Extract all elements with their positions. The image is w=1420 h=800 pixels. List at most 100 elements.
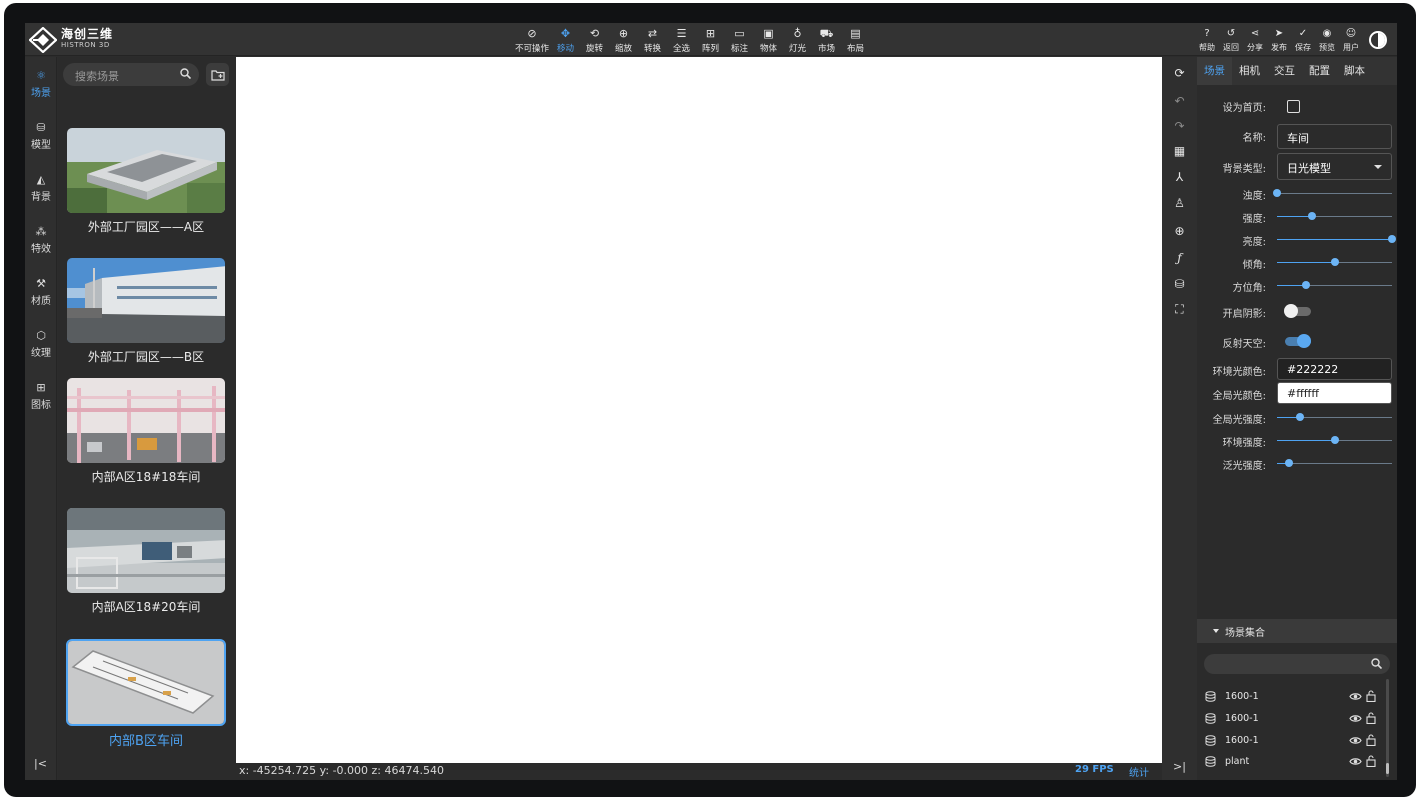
texture-icon: ⬡ [36, 329, 46, 342]
scene-thumbnail [66, 377, 226, 464]
fullscreen-icon[interactable]: ⛶ [1171, 301, 1188, 318]
tool-disable[interactable]: ⊘ 不可操作 [513, 26, 551, 54]
walk-icon[interactable]: ♙ [1171, 194, 1188, 211]
env-intensity-slider[interactable] [1277, 436, 1392, 446]
logo: 海创三维 HISTRON 3D [29, 27, 113, 53]
scene-icon: ⚛ [36, 69, 46, 82]
eye-icon[interactable] [1349, 756, 1362, 767]
tool-select-all[interactable]: ☰ 全选 [667, 26, 696, 54]
nav-effects[interactable]: ⁂ 特效 [25, 225, 57, 265]
tool-rotate[interactable]: ⟲ 旋转 [580, 26, 609, 54]
eye-icon[interactable] [1349, 691, 1362, 702]
collapse-right-icon[interactable]: >| [1173, 760, 1186, 773]
zoom-icon: ⊕ [618, 27, 629, 40]
nav-model[interactable]: ⛁ 模型 [25, 121, 57, 161]
add-folder-button[interactable] [206, 63, 229, 86]
save-button[interactable]: ✓ 保存 [1291, 26, 1315, 54]
azimuth-slider[interactable] [1277, 281, 1392, 291]
turbidity-slider[interactable] [1273, 189, 1392, 199]
unlock-icon[interactable] [1366, 690, 1376, 702]
tool-convert[interactable]: ⇄ 转换 [638, 26, 667, 54]
tool-annotate[interactable]: ▭ 标注 [725, 26, 754, 54]
tool-layout[interactable]: ▤ 布局 [841, 26, 870, 54]
edit-tools: ⊘ 不可操作 ✥ 移动 ⟲ 旋转 ⊕ 缩放 ⇄ 转换 ☰ 全选 ⊞ 阵列 ▭ 标… [513, 26, 870, 54]
app-actions: ? 帮助 ↺ 返回 ⋖ 分享 ➤ 发布 ✓ 保存 ◉ 预览 ☺ 用户 [1195, 26, 1363, 54]
ambient-color-picker[interactable]: #222222 [1277, 358, 1392, 380]
inclination-slider[interactable] [1277, 258, 1392, 268]
scene-card-selected[interactable]: 内部B区车间 [66, 639, 226, 749]
scene-search-input[interactable]: 搜索场景 [63, 63, 199, 86]
publish-button[interactable]: ➤ 发布 [1267, 26, 1291, 54]
collection-item[interactable]: 1600-1 [1197, 687, 1387, 707]
tool-array[interactable]: ⊞ 阵列 [696, 26, 725, 54]
collapse-left-icon[interactable]: |< [34, 757, 47, 770]
refresh-icon[interactable]: ⟳ [1171, 64, 1188, 81]
nav-icons[interactable]: ⊞ 图标 [25, 381, 57, 421]
scene-list-panel: 搜索场景 外部工厂园区——A区 外部工厂园区——B区 内部A区18#18车间 内… [58, 57, 236, 780]
database-icon[interactable]: ⛁ [1171, 275, 1188, 292]
status-bar: x: -45254.725 y: -0.000 z: 46474.540 29 … [236, 763, 1162, 780]
tool-light[interactable]: ♁ 灯光 [783, 26, 812, 54]
nav-material[interactable]: ⚒ 材质 [25, 277, 57, 317]
global-color-picker[interactable]: #ffffff [1277, 382, 1392, 404]
inclination-label: 倾角: [1242, 260, 1266, 271]
help-button[interactable]: ? 帮助 [1195, 26, 1219, 54]
preview-button[interactable]: ◉ 预览 [1315, 26, 1339, 54]
axis-icon[interactable]: ⅄ [1171, 168, 1188, 185]
set-home-checkbox[interactable] [1287, 100, 1300, 113]
tab-interaction[interactable]: 交互 [1267, 57, 1302, 85]
target-icon[interactable]: ⊕ [1171, 222, 1188, 239]
shadow-toggle[interactable] [1284, 304, 1311, 318]
scene-card[interactable]: 外部工厂园区——B区 [66, 257, 226, 365]
bg-type-select[interactable]: 日光模型 [1277, 153, 1392, 180]
array-icon: ⊞ [705, 27, 716, 40]
intensity-slider[interactable] [1277, 212, 1392, 222]
collection-item[interactable]: 1600-1 [1197, 731, 1387, 751]
tool-scale[interactable]: ⊕ 缩放 [609, 26, 638, 54]
nav-background[interactable]: ◭ 背景 [25, 173, 57, 213]
scene-card[interactable]: 外部工厂园区——A区 [66, 127, 226, 235]
icons-icon: ⊞ [36, 381, 46, 394]
database-icon [1205, 756, 1216, 767]
share-button[interactable]: ⋖ 分享 [1243, 26, 1267, 54]
tab-config[interactable]: 配置 [1302, 57, 1337, 85]
undo-icon[interactable]: ↶ [1171, 92, 1188, 109]
tool-move[interactable]: ✥ 移动 [551, 26, 580, 54]
reflect-sky-toggle[interactable] [1285, 334, 1311, 348]
flood-intensity-slider[interactable] [1277, 459, 1392, 469]
collection-scrollbar-thumb[interactable] [1386, 763, 1389, 774]
redo-icon[interactable]: ↷ [1171, 117, 1188, 134]
back-button[interactable]: ↺ 返回 [1219, 26, 1243, 54]
collection-search-input[interactable] [1204, 654, 1390, 674]
unlock-icon[interactable] [1366, 734, 1376, 746]
collection-item[interactable]: plant [1197, 752, 1387, 772]
tool-object[interactable]: ▣ 物体 [754, 26, 783, 54]
eye-icon[interactable] [1349, 735, 1362, 746]
scene-collection-header[interactable]: 场景集合 [1197, 619, 1397, 643]
nav-texture[interactable]: ⬡ 纹理 [25, 329, 57, 369]
tab-scene[interactable]: 场景 [1197, 57, 1232, 85]
ban-icon: ⊘ [527, 27, 537, 40]
scene-card[interactable]: 内部A区18#20车间 [66, 507, 226, 615]
eye-icon[interactable] [1349, 713, 1362, 724]
theme-toggle-icon[interactable] [1369, 31, 1387, 49]
name-input[interactable]: 车间 [1277, 124, 1392, 149]
unlock-icon[interactable] [1366, 755, 1376, 767]
grid-icon[interactable]: ▦ [1171, 142, 1188, 159]
tab-script[interactable]: 脚本 [1337, 57, 1372, 85]
move-icon: ✥ [560, 27, 571, 40]
unlock-icon[interactable] [1366, 712, 1376, 724]
user-button[interactable]: ☺ 用户 [1339, 26, 1363, 54]
nav-scene[interactable]: ⚛ 场景 [25, 69, 57, 109]
tab-camera[interactable]: 相机 [1232, 57, 1267, 85]
scene-title: 外部工厂园区——A区 [87, 220, 205, 234]
search-icon [180, 68, 191, 79]
stats-link[interactable]: 统计 [1129, 764, 1149, 779]
3d-viewport[interactable] [236, 57, 1162, 763]
tool-market[interactable]: ⛟ 市场 [812, 26, 841, 54]
brightness-slider[interactable] [1277, 235, 1396, 245]
global-intensity-slider[interactable] [1277, 413, 1392, 423]
scene-card[interactable]: 内部A区18#18车间 [66, 377, 226, 485]
collection-item[interactable]: 1600-1 [1197, 709, 1387, 729]
function-icon[interactable]: ƒ [1171, 249, 1188, 266]
